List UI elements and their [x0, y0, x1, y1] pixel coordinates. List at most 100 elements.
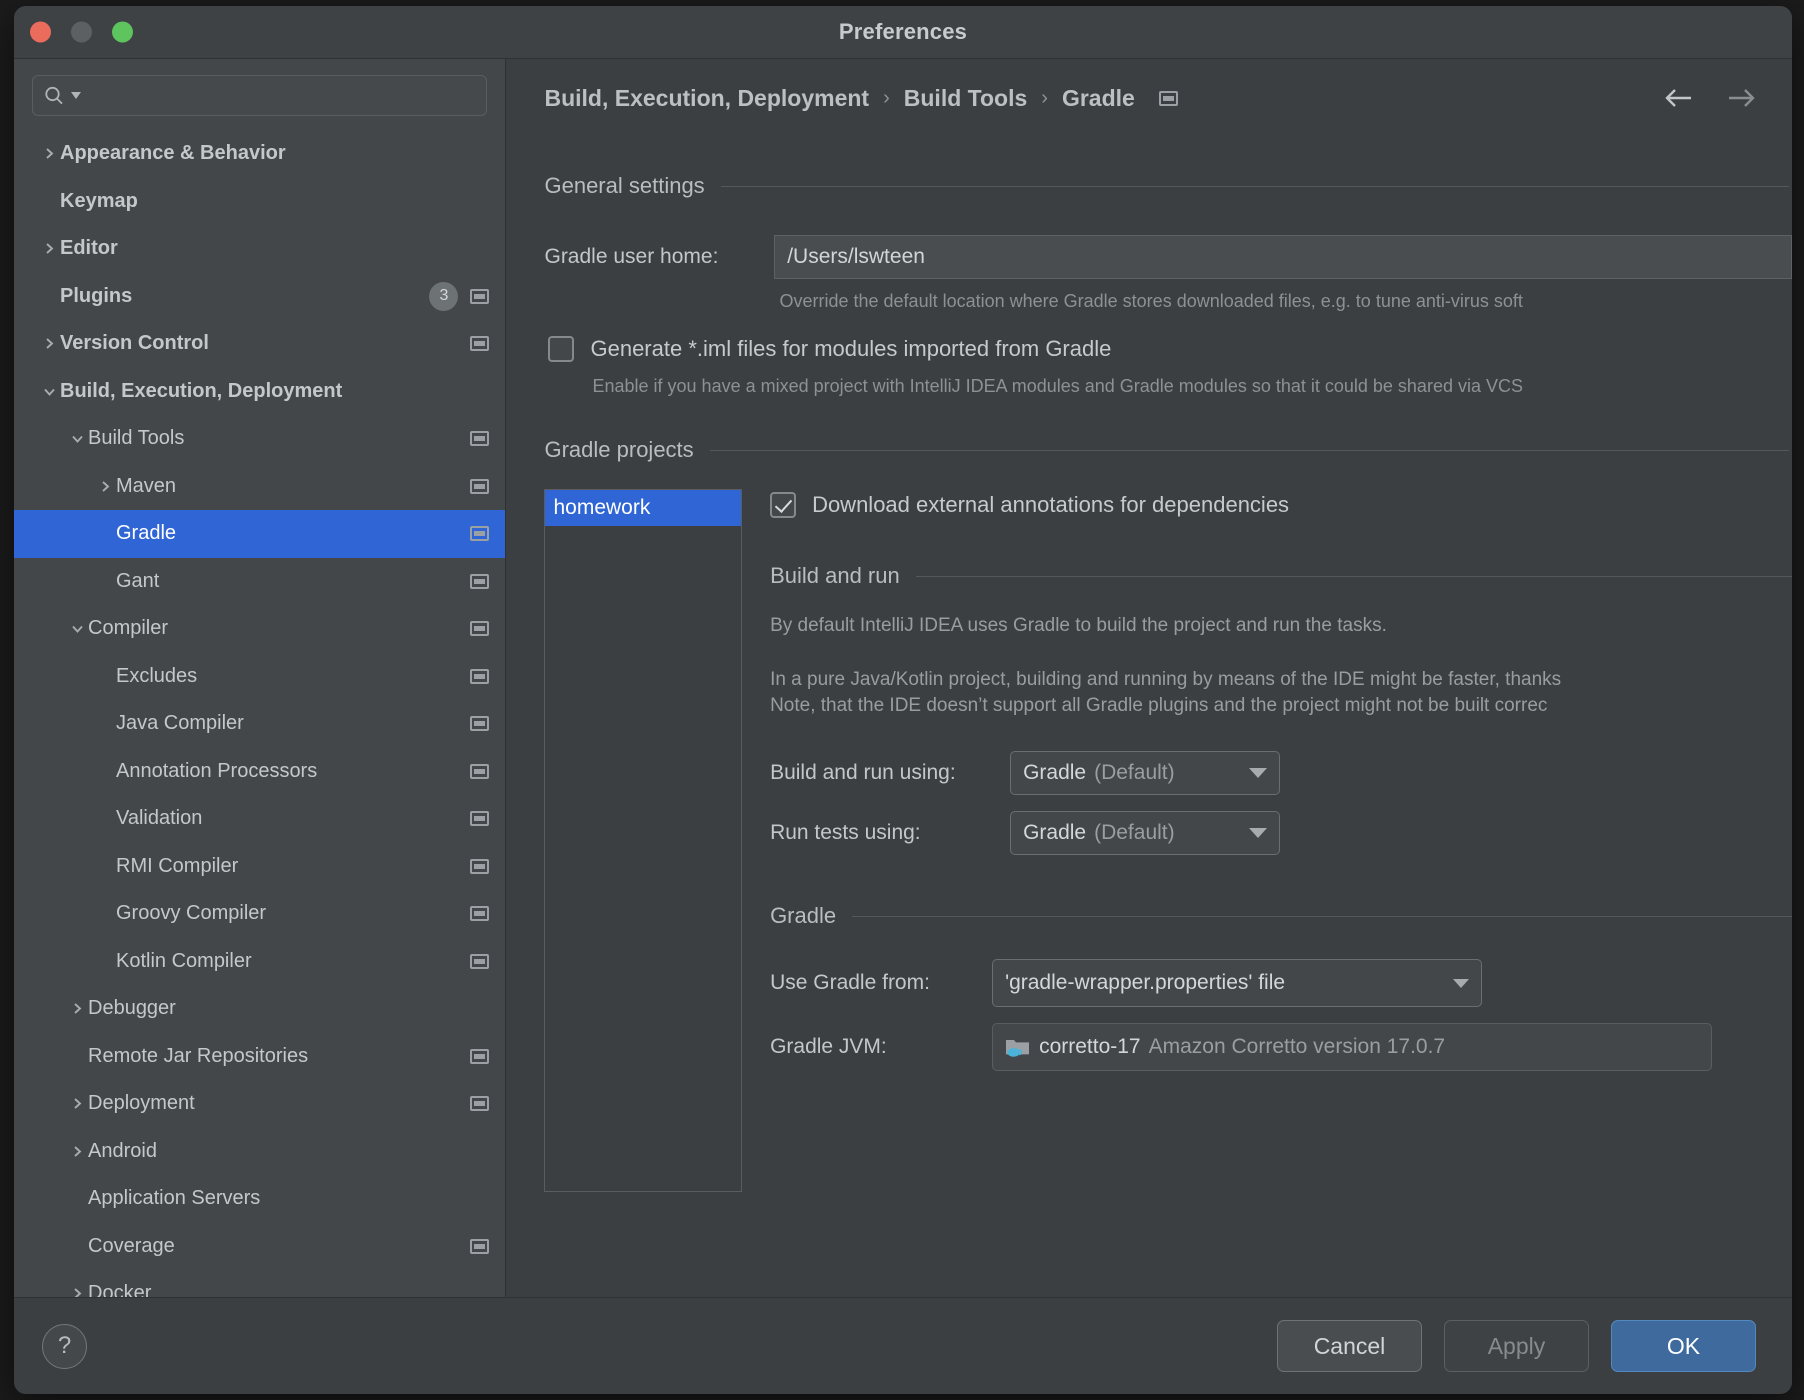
chevron-right-icon[interactable]	[38, 333, 60, 355]
sidebar-item-label: Compiler	[88, 617, 169, 640]
chevron-right-icon[interactable]	[66, 998, 88, 1020]
sidebar-item-keymap[interactable]: Keymap	[14, 178, 505, 226]
sidebar-item-docker[interactable]: Docker	[14, 1270, 505, 1297]
search-input[interactable]	[87, 85, 477, 106]
sidebar-item-kotlin-compiler[interactable]: Kotlin Compiler	[14, 938, 505, 986]
chevron-down-icon[interactable]	[66, 428, 88, 450]
project-scope-icon[interactable]	[470, 526, 490, 542]
gradle-jvm-select[interactable]: corretto-17 Amazon Corretto version 17.0…	[992, 1023, 1713, 1071]
sidebar-item-label: Build, Execution, Deployment	[60, 379, 343, 402]
project-scope-icon[interactable]	[470, 763, 490, 779]
sidebar-item-android[interactable]: Android	[14, 1128, 505, 1176]
chevron-down-icon[interactable]	[66, 618, 88, 640]
sidebar-item-plugins[interactable]: Plugins 3	[14, 273, 505, 321]
chevron-right-icon[interactable]	[38, 143, 60, 165]
search-dropdown-caret-icon[interactable]	[71, 91, 81, 100]
sidebar-item-appearance-behavior[interactable]: Appearance & Behavior	[14, 130, 505, 178]
download-annotations-checkbox[interactable]	[770, 492, 797, 518]
sidebar-item-remote-jar-repositories[interactable]: Remote Jar Repositories	[14, 1033, 505, 1081]
list-item[interactable]: homework	[545, 490, 742, 526]
project-scope-icon[interactable]	[1158, 90, 1178, 106]
sidebar-item-editor[interactable]: Editor	[14, 225, 505, 273]
project-scope-icon[interactable]	[470, 1238, 490, 1254]
project-scope-icon[interactable]	[470, 953, 490, 969]
arrow-right-icon[interactable]	[1726, 86, 1756, 110]
chevron-right-icon[interactable]	[38, 238, 60, 260]
project-scope-icon[interactable]	[470, 716, 490, 732]
project-scope-icon[interactable]	[470, 621, 490, 637]
breadcrumb-item-1[interactable]: Build Tools	[904, 85, 1028, 112]
sidebar-item-adornments	[470, 716, 490, 732]
help-button[interactable]: ?	[42, 1323, 87, 1369]
sidebar-item-gant[interactable]: Gant	[14, 558, 505, 606]
sidebar-item-validation[interactable]: Validation	[14, 795, 505, 843]
sidebar-item-label: Version Control	[60, 332, 209, 355]
sidebar-item-groovy-compiler[interactable]: Groovy Compiler	[14, 890, 505, 938]
build-run-using-select[interactable]: Gradle (Default)	[1010, 751, 1281, 795]
sidebar-item-coverage[interactable]: Coverage	[14, 1223, 505, 1271]
gradle-projects-title: Gradle projects	[544, 437, 694, 462]
run-tests-using-select[interactable]: Gradle (Default)	[1010, 811, 1281, 855]
sidebar-item-adornments	[470, 668, 490, 684]
sidebar-item-gradle[interactable]: Gradle	[14, 510, 506, 558]
download-annotations-row[interactable]: Download external annotations for depend…	[770, 492, 1792, 518]
chevron-down-icon[interactable]	[1453, 978, 1470, 988]
window-title: Preferences	[838, 19, 968, 44]
generate-iml-hint: Enable if you have a mixed project with …	[592, 376, 1523, 396]
jdk-folder-icon	[1005, 1036, 1031, 1058]
arrow-left-icon[interactable]	[1664, 86, 1694, 110]
gradle-jvm-value: corretto-17	[1039, 1035, 1141, 1058]
breadcrumb-item-0[interactable]: Build, Execution, Deployment	[544, 85, 869, 112]
sidebar-item-build-execution-deployment[interactable]: Build, Execution, Deployment	[14, 368, 505, 416]
gradle-projects-section-header: Gradle projects	[544, 437, 1790, 463]
chevron-down-icon[interactable]	[38, 380, 60, 402]
project-scope-icon[interactable]	[470, 288, 490, 304]
dialog-footer: ? Cancel Apply OK	[14, 1297, 1792, 1394]
sidebar-item-label: Debugger	[88, 997, 176, 1020]
project-scope-icon[interactable]	[470, 1048, 490, 1064]
sidebar-item-java-compiler[interactable]: Java Compiler	[14, 700, 505, 748]
project-scope-icon[interactable]	[470, 858, 490, 874]
build-run-paragraph-2-line-1: In a pure Java/Kotlin project, building …	[770, 669, 1562, 690]
sidebar-item-rmi-compiler[interactable]: RMI Compiler	[14, 843, 505, 891]
project-scope-icon[interactable]	[470, 573, 490, 589]
sidebar-item-adornments	[470, 1238, 490, 1254]
sidebar-item-maven[interactable]: Maven	[14, 463, 505, 511]
sidebar-item-debugger[interactable]: Debugger	[14, 985, 505, 1033]
project-scope-icon[interactable]	[470, 668, 490, 684]
sidebar-item-compiler[interactable]: Compiler	[14, 605, 505, 653]
generate-iml-checkbox[interactable]	[548, 336, 575, 362]
project-scope-icon[interactable]	[470, 336, 490, 352]
chevron-down-icon[interactable]	[1249, 768, 1268, 778]
generate-iml-checkbox-row[interactable]: Generate *.iml files for modules importe…	[548, 336, 1792, 362]
chevron-right-icon[interactable]	[66, 1283, 88, 1297]
gradle-projects-list[interactable]: homework	[544, 489, 743, 1192]
sidebar-item-version-control[interactable]: Version Control	[14, 320, 505, 368]
sidebar-item-deployment[interactable]: Deployment	[14, 1080, 505, 1128]
sidebar-item-build-tools[interactable]: Build Tools	[14, 415, 505, 463]
ok-button[interactable]: OK	[1611, 1320, 1756, 1372]
chevron-right-icon[interactable]	[66, 1140, 88, 1162]
settings-sidebar: Appearance & Behavior Keymap Editor Plugins…	[14, 59, 507, 1297]
use-gradle-from-select[interactable]: 'gradle-wrapper.properties' file	[992, 959, 1483, 1007]
gradle-section-title: Gradle	[770, 903, 837, 928]
chevron-right-icon[interactable]	[94, 475, 116, 497]
run-tests-using-label: Run tests using:	[770, 821, 921, 844]
project-scope-icon[interactable]	[470, 1096, 490, 1112]
project-scope-icon[interactable]	[470, 906, 490, 922]
project-scope-icon[interactable]	[470, 431, 490, 447]
sidebar-item-application-servers[interactable]: Application Servers	[14, 1175, 505, 1223]
cancel-button[interactable]: Cancel	[1277, 1320, 1422, 1372]
sidebar-item-excludes[interactable]: Excludes	[14, 653, 505, 701]
search-box[interactable]	[32, 75, 488, 116]
chevron-right-icon[interactable]	[66, 1093, 88, 1115]
chevron-down-icon[interactable]	[1249, 828, 1268, 838]
sidebar-item-annotation-processors[interactable]: Annotation Processors	[14, 748, 505, 796]
gradle-user-home-input[interactable]	[774, 235, 1792, 279]
project-scope-icon[interactable]	[470, 811, 490, 827]
project-scope-icon[interactable]	[470, 478, 490, 494]
apply-button[interactable]: Apply	[1444, 1320, 1589, 1372]
